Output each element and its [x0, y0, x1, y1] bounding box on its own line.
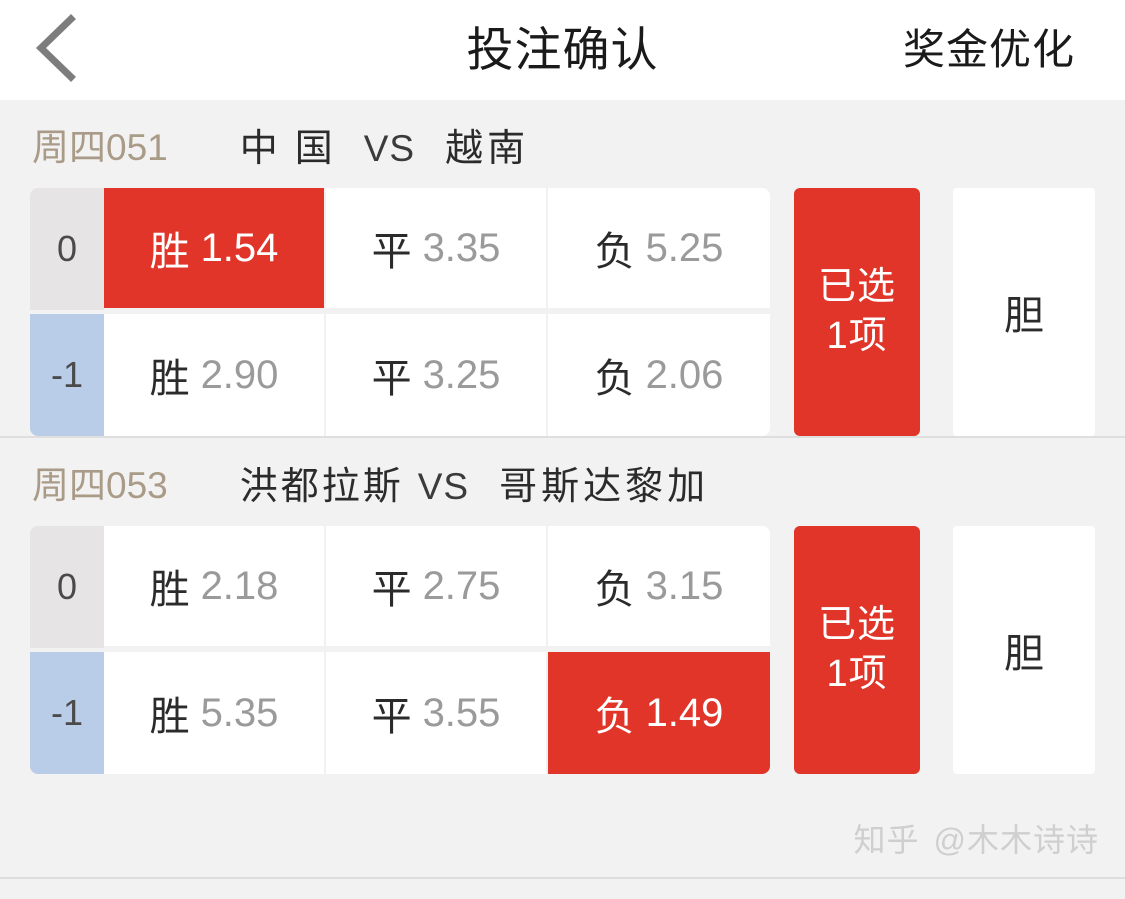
odds-label: 胜	[149, 568, 190, 612]
vs-label: VS	[363, 127, 416, 169]
match-card: 周四051 中国 VS 越南 0 胜 1.54 平 3.35 负 5.25 -1…	[0, 100, 1125, 436]
odds-cell-draw[interactable]: 平 3.55	[326, 652, 548, 774]
match-header: 周四051 中国 VS 越南	[0, 100, 1125, 188]
odds-row: 0 胜 2.18 平 2.75 负 3.15	[30, 526, 770, 648]
handicap-label: -1	[30, 652, 104, 774]
odds-value: 2.75	[422, 563, 501, 608]
odds-value: 5.35	[200, 690, 279, 735]
odds-cell-win[interactable]: 胜 5.35	[104, 652, 326, 774]
bottom-divider	[0, 877, 1125, 879]
odds-cell-win[interactable]: 胜 1.54	[104, 188, 326, 310]
odds-label: 胜	[149, 695, 190, 739]
selected-count-line2: 1项	[826, 653, 888, 695]
away-team: 哥斯达黎加	[499, 465, 710, 508]
odds-label: 负	[594, 695, 635, 739]
odds-label: 胜	[149, 230, 190, 274]
odds-row: -1 胜 5.35 平 3.55 负 1.49	[30, 652, 770, 774]
prize-optimize-button[interactable]: 奖金优化	[903, 0, 1075, 100]
odds-label: 负	[594, 230, 635, 274]
odds-cell-lose[interactable]: 负 5.25	[548, 188, 770, 310]
odds-label: 平	[371, 357, 412, 401]
odds-grid: 0 胜 1.54 平 3.35 负 5.25 -1 胜 2.90 平 3.25 …	[30, 188, 770, 436]
odds-value: 3.35	[422, 225, 501, 270]
odds-label: 负	[594, 357, 635, 401]
odds-row: 0 胜 1.54 平 3.35 负 5.25	[30, 188, 770, 310]
odds-value: 2.18	[200, 563, 279, 608]
away-team: 越南	[445, 127, 530, 170]
odds-value: 2.90	[200, 352, 279, 397]
odds-value: 3.25	[422, 352, 501, 397]
dan-toggle-button[interactable]: 胆	[953, 188, 1095, 436]
match-list: 周四051 中国 VS 越南 0 胜 1.54 平 3.35 负 5.25 -1…	[0, 100, 1125, 774]
match-teams: 中国 VS 越南	[240, 117, 529, 172]
handicap-label: 0	[30, 188, 104, 310]
odds-label: 胜	[149, 357, 190, 401]
odds-value: 1.49	[645, 690, 724, 735]
odds-cell-draw[interactable]: 平 2.75	[326, 526, 548, 648]
back-button[interactable]	[0, 0, 110, 100]
odds-cell-draw[interactable]: 平 3.35	[326, 188, 548, 310]
selected-count-line2: 1项	[826, 315, 888, 357]
odds-value: 5.25	[645, 225, 724, 270]
selected-count-line1: 已选	[818, 604, 897, 647]
match-header: 周四053 洪都拉斯 VS 哥斯达黎加	[0, 438, 1125, 526]
odds-grid: 0 胜 2.18 平 2.75 负 3.15 -1 胜 5.35 平 3.55 …	[30, 526, 770, 774]
odds-area: 0 胜 2.18 平 2.75 负 3.15 -1 胜 5.35 平 3.55 …	[0, 526, 1125, 774]
home-team: 中国	[239, 127, 350, 170]
selected-count-button[interactable]: 已选 1项	[794, 188, 921, 436]
odds-label: 平	[371, 230, 412, 274]
odds-value: 2.06	[645, 352, 724, 397]
watermark: 知乎 @木木诗诗	[853, 815, 1099, 861]
odds-cell-lose[interactable]: 负 3.15	[548, 526, 770, 648]
dan-label: 胆	[1004, 632, 1045, 676]
watermark-site: 知乎	[853, 822, 920, 858]
odds-value: 3.15	[645, 563, 724, 608]
odds-area: 0 胜 1.54 平 3.35 负 5.25 -1 胜 2.90 平 3.25 …	[0, 188, 1125, 436]
match-number: 周四051	[32, 127, 168, 168]
odds-cell-lose[interactable]: 负 1.49	[548, 652, 770, 774]
watermark-user: @木木诗诗	[933, 822, 1099, 858]
match-card: 周四053 洪都拉斯 VS 哥斯达黎加 0 胜 2.18 平 2.75 负 3.…	[0, 436, 1125, 774]
odds-label: 平	[371, 568, 412, 612]
odds-cell-win[interactable]: 胜 2.18	[104, 526, 326, 648]
app-header: 投注确认 奖金优化	[0, 0, 1125, 100]
odds-cell-win[interactable]: 胜 2.90	[104, 314, 326, 436]
odds-value: 3.55	[422, 690, 501, 735]
selected-count-line1: 已选	[818, 266, 897, 309]
dan-toggle-button[interactable]: 胆	[953, 526, 1095, 774]
vs-label: VS	[417, 465, 470, 507]
match-number: 周四053	[32, 465, 168, 506]
dan-label: 胆	[1004, 294, 1045, 338]
odds-label: 负	[594, 568, 635, 612]
odds-label: 平	[371, 695, 412, 739]
match-teams: 洪都拉斯 VS 哥斯达黎加	[240, 455, 709, 510]
odds-cell-draw[interactable]: 平 3.25	[326, 314, 548, 436]
chevron-left-icon	[31, 13, 79, 88]
odds-cell-lose[interactable]: 负 2.06	[548, 314, 770, 436]
selected-count-button[interactable]: 已选 1项	[794, 526, 921, 774]
odds-row: -1 胜 2.90 平 3.25 负 2.06	[30, 314, 770, 436]
home-team: 洪都拉斯	[239, 465, 404, 508]
odds-value: 1.54	[200, 225, 279, 270]
handicap-label: 0	[30, 526, 104, 648]
handicap-label: -1	[30, 314, 104, 436]
